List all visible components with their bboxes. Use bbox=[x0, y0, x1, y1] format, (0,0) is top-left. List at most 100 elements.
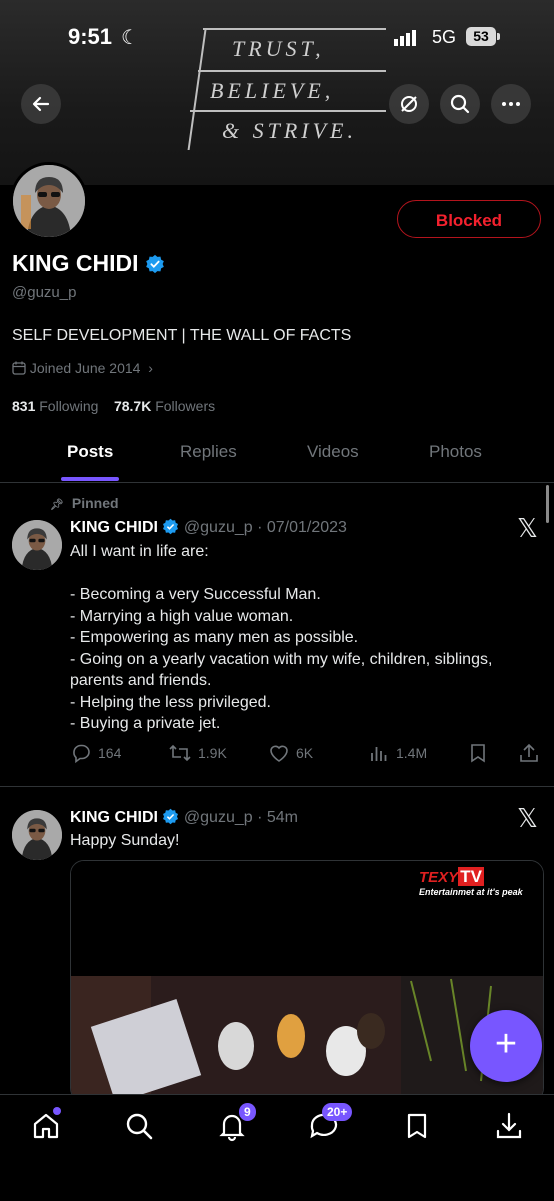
notifications-badge: 9 bbox=[239, 1103, 256, 1121]
post-author[interactable]: KING CHIDI bbox=[70, 809, 158, 826]
post-avatar[interactable] bbox=[12, 810, 62, 860]
nav-downloads[interactable] bbox=[492, 1109, 526, 1143]
pinned-label: Pinned bbox=[71, 495, 119, 511]
bottom-nav: 9 20+ bbox=[0, 1094, 554, 1201]
verified-badge-icon[interactable] bbox=[145, 254, 165, 274]
more-icon bbox=[502, 102, 520, 106]
x-logo-icon: 𝕏 bbox=[517, 514, 538, 544]
views-icon bbox=[371, 747, 387, 761]
nav-search[interactable] bbox=[122, 1109, 156, 1143]
post-handle: @guzu_p bbox=[183, 809, 253, 826]
post-author[interactable]: KING CHIDI bbox=[70, 519, 158, 536]
profile-handle: @guzu_p bbox=[12, 284, 77, 301]
post-text: All I want in life are: - Becoming a ver… bbox=[70, 543, 493, 732]
profile-name-row: KING CHIDI bbox=[12, 250, 165, 277]
mute-icon bbox=[401, 96, 417, 112]
compose-button[interactable]: + bbox=[470, 1010, 542, 1082]
download-icon bbox=[496, 1112, 522, 1139]
views-count: 1.4M bbox=[396, 745, 428, 761]
x-logo-icon: 𝕏 bbox=[517, 804, 538, 834]
texy-tv-logo: TEXY TV Entertainmet at it's peak bbox=[419, 867, 523, 897]
tab-replies[interactable]: Replies bbox=[180, 442, 237, 462]
banner-text-line: BELIEVE, bbox=[210, 78, 335, 103]
share-icon bbox=[520, 743, 538, 762]
joined-date: Joined June 2014 bbox=[29, 360, 141, 376]
following-count: 831 bbox=[12, 398, 36, 414]
repost-count: 1.9K bbox=[198, 745, 227, 761]
bookmark-button[interactable] bbox=[467, 742, 489, 764]
media-brand: TEXY bbox=[419, 869, 459, 886]
following-label: Following bbox=[39, 398, 99, 414]
post-time: · 54m bbox=[257, 809, 298, 826]
post-header: KING CHIDI @guzu_p · 54m bbox=[70, 808, 298, 827]
post-video[interactable]: TEXY TV Entertainmet at it's peak bbox=[70, 860, 544, 1102]
verified-badge-icon bbox=[163, 518, 179, 535]
verified-badge-icon bbox=[163, 808, 179, 825]
post-handle: @guzu_p bbox=[183, 519, 253, 536]
tab-posts[interactable]: Posts bbox=[67, 442, 113, 462]
followers-label: Followers bbox=[155, 398, 216, 414]
bookmark-icon bbox=[471, 744, 485, 763]
battery-level: 53 bbox=[466, 27, 496, 46]
active-tab-indicator bbox=[61, 477, 119, 481]
bookmark-icon bbox=[407, 1113, 427, 1139]
followers-link[interactable]: 78.7K Followers bbox=[114, 398, 215, 414]
media-tagline: Entertainmet at it's peak bbox=[419, 887, 523, 897]
video-frame bbox=[71, 861, 543, 1101]
nav-messages[interactable]: 20+ bbox=[307, 1103, 353, 1143]
profile-name: KING CHIDI bbox=[12, 250, 139, 276]
scrollbar[interactable] bbox=[546, 485, 549, 523]
following-link[interactable]: 831 Following bbox=[12, 398, 98, 414]
reply-icon bbox=[73, 744, 90, 764]
tab-photos[interactable]: Photos bbox=[429, 442, 482, 462]
post-actions: 164 1.9K 6K 1.4M bbox=[70, 742, 542, 766]
post-text: Happy Sunday! bbox=[70, 832, 180, 849]
search-icon bbox=[450, 94, 470, 114]
mute-button[interactable] bbox=[389, 84, 429, 124]
profile-bio: SELF DEVELOPMENT | THE WALL OF FACTS bbox=[12, 327, 352, 344]
more-button[interactable] bbox=[491, 84, 531, 124]
banner-text-line: & STRIVE. bbox=[222, 118, 357, 143]
repost-icon bbox=[169, 744, 191, 762]
calendar-icon bbox=[12, 361, 26, 375]
post-header: KING CHIDI @guzu_p · 07/01/2023 bbox=[70, 518, 347, 537]
moon-icon: ☾ bbox=[121, 27, 139, 49]
share-button[interactable] bbox=[518, 742, 540, 764]
plus-icon: + bbox=[494, 1023, 518, 1065]
blocked-button[interactable]: Blocked bbox=[397, 200, 541, 238]
post-divider bbox=[0, 786, 554, 787]
like-button[interactable]: 6K bbox=[268, 742, 313, 764]
battery-icon bbox=[497, 33, 500, 40]
chevron-right-icon: › bbox=[144, 360, 153, 376]
like-count: 6K bbox=[296, 745, 314, 761]
follow-stats: 831 Following 78.7K Followers bbox=[12, 398, 215, 414]
nav-notifications[interactable]: 9 bbox=[215, 1103, 256, 1143]
messages-badge: 20+ bbox=[322, 1103, 353, 1121]
arrow-left-icon bbox=[32, 96, 50, 112]
reply-button[interactable]: 164 bbox=[70, 742, 121, 764]
post-avatar[interactable] bbox=[12, 520, 62, 570]
tab-videos[interactable]: Videos bbox=[307, 442, 359, 462]
reply-count: 164 bbox=[98, 745, 122, 761]
media-brand-tv: TV bbox=[458, 867, 484, 886]
pinned-label-row: 📌︎ Pinned bbox=[50, 495, 119, 511]
repost-button[interactable]: 1.9K bbox=[168, 742, 227, 764]
signal-icon bbox=[394, 28, 418, 46]
back-button[interactable] bbox=[21, 84, 61, 124]
home-dot bbox=[53, 1107, 61, 1115]
joined-date-row[interactable]: Joined June 2014 › bbox=[12, 360, 153, 376]
status-bar: 9:51 ☾ 5G 53 bbox=[0, 0, 554, 70]
search-button[interactable] bbox=[440, 84, 480, 124]
followers-count: 78.7K bbox=[113, 398, 152, 414]
status-time: 9:51 bbox=[68, 24, 113, 49]
post-time: · 07/01/2023 bbox=[257, 519, 347, 536]
profile-tabs: Posts Replies Videos Photos bbox=[0, 430, 554, 483]
profile-avatar[interactable] bbox=[10, 162, 88, 240]
nav-bookmarks[interactable] bbox=[400, 1109, 434, 1143]
heart-icon bbox=[270, 745, 288, 762]
pin-icon: 📌︎ bbox=[50, 499, 64, 511]
network-type: 5G bbox=[432, 27, 457, 47]
search-icon bbox=[126, 1113, 153, 1140]
nav-home[interactable] bbox=[29, 1107, 63, 1143]
views-button[interactable]: 1.4M bbox=[368, 742, 427, 764]
